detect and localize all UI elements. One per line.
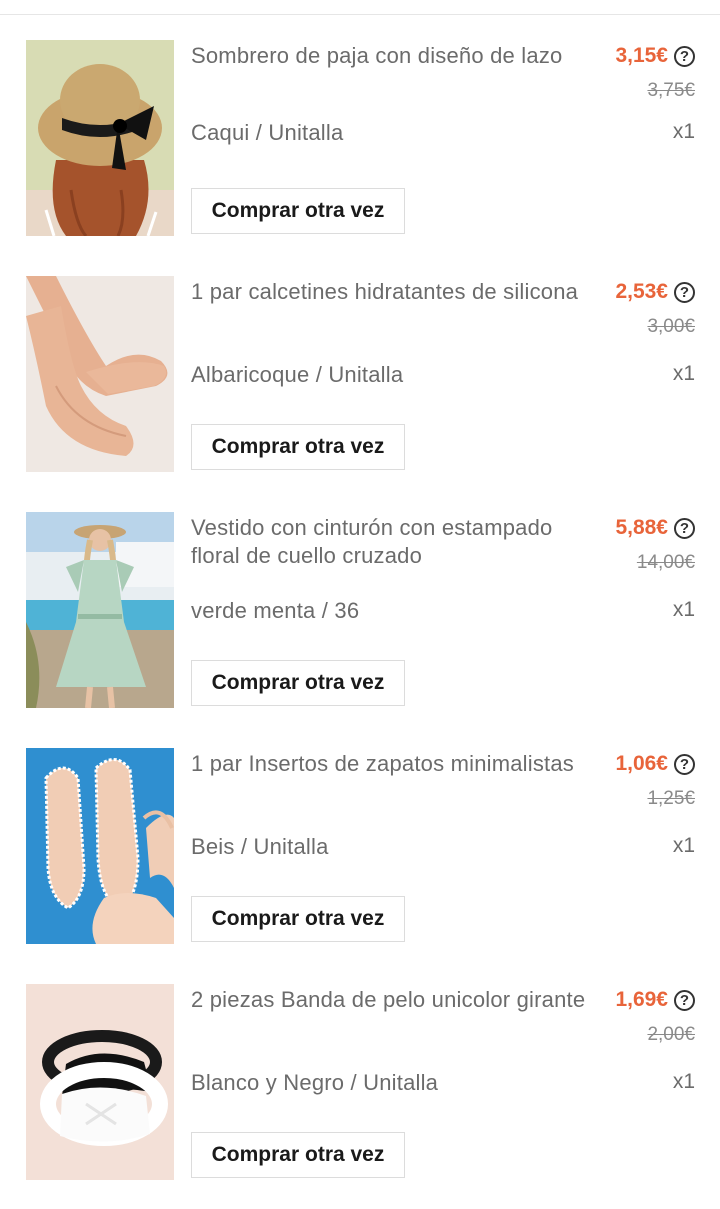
help-icon[interactable]: ?: [674, 281, 695, 303]
original-price: 3,75€: [647, 80, 695, 101]
sale-price: 3,15€: [615, 44, 668, 67]
variant-label: Albaricoque / Unitalla: [191, 362, 404, 387]
quantity-label: x1: [672, 1070, 695, 1093]
original-price: 3,00€: [647, 316, 695, 337]
sale-price: 1,06€: [615, 752, 668, 775]
buy-again-button[interactable]: Comprar otra vez: [191, 188, 405, 234]
order-item: 2 piezas Banda de pelo unicolor girante …: [0, 984, 720, 1194]
quantity-label: x1: [672, 598, 695, 621]
price-row: 1,06€ ?: [615, 750, 695, 778]
silicone-socks-photo: [26, 276, 174, 472]
original-price: 14,00€: [636, 552, 695, 573]
original-price: 1,25€: [647, 788, 695, 809]
price-row: 2,53€ ?: [615, 278, 695, 306]
help-icon[interactable]: ?: [674, 45, 695, 67]
product-title[interactable]: 2 piezas Banda de pelo unicolor girante: [191, 986, 591, 1014]
price-row: 3,15€ ?: [615, 42, 695, 70]
buy-again-button[interactable]: Comprar otra vez: [191, 660, 405, 706]
quantity-label: x1: [672, 834, 695, 857]
help-icon[interactable]: ?: [674, 989, 695, 1011]
product-image[interactable]: [26, 984, 174, 1180]
order-item: 1 par calcetines hidratantes de silicona…: [0, 276, 720, 486]
headband-photo: [26, 984, 174, 1180]
original-price: 2,00€: [647, 1024, 695, 1045]
top-divider: [0, 14, 720, 15]
straw-hat-photo: [26, 40, 174, 236]
buy-again-button[interactable]: Comprar otra vez: [191, 896, 405, 942]
variant-label: Caqui / Unitalla: [191, 120, 344, 145]
buy-again-button[interactable]: Comprar otra vez: [191, 1132, 405, 1178]
product-title[interactable]: 1 par calcetines hidratantes de silicona: [191, 278, 591, 306]
order-item: 1 par Insertos de zapatos minimalistas 1…: [0, 748, 720, 958]
sale-price: 1,69€: [615, 988, 668, 1011]
price-row: 5,88€ ?: [615, 514, 695, 542]
price-row: 1,69€ ?: [615, 986, 695, 1014]
product-image[interactable]: [26, 748, 174, 944]
sale-price: 5,88€: [615, 516, 668, 539]
order-item: Sombrero de paja con diseño de lazo 3,15…: [0, 40, 720, 250]
help-icon[interactable]: ?: [674, 517, 695, 539]
floral-dress-photo: [26, 512, 174, 708]
product-title[interactable]: Vestido con cinturón con estampado flora…: [191, 514, 591, 570]
product-title[interactable]: Sombrero de paja con diseño de lazo: [191, 42, 591, 70]
quantity-label: x1: [672, 362, 695, 385]
product-title[interactable]: 1 par Insertos de zapatos minimalistas: [191, 750, 591, 778]
variant-label: verde menta / 36: [191, 598, 360, 623]
product-image[interactable]: [26, 512, 174, 708]
order-item: Vestido con cinturón con estampado flora…: [0, 512, 720, 722]
quantity-label: x1: [672, 120, 695, 143]
variant-label: Blanco y Negro / Unitalla: [191, 1070, 439, 1095]
variant-label: Beis / Unitalla: [191, 834, 329, 859]
product-image[interactable]: [26, 40, 174, 236]
shoe-inserts-photo: [26, 748, 174, 944]
help-icon[interactable]: ?: [674, 753, 695, 775]
product-image[interactable]: [26, 276, 174, 472]
buy-again-button[interactable]: Comprar otra vez: [191, 424, 405, 470]
sale-price: 2,53€: [615, 280, 668, 303]
